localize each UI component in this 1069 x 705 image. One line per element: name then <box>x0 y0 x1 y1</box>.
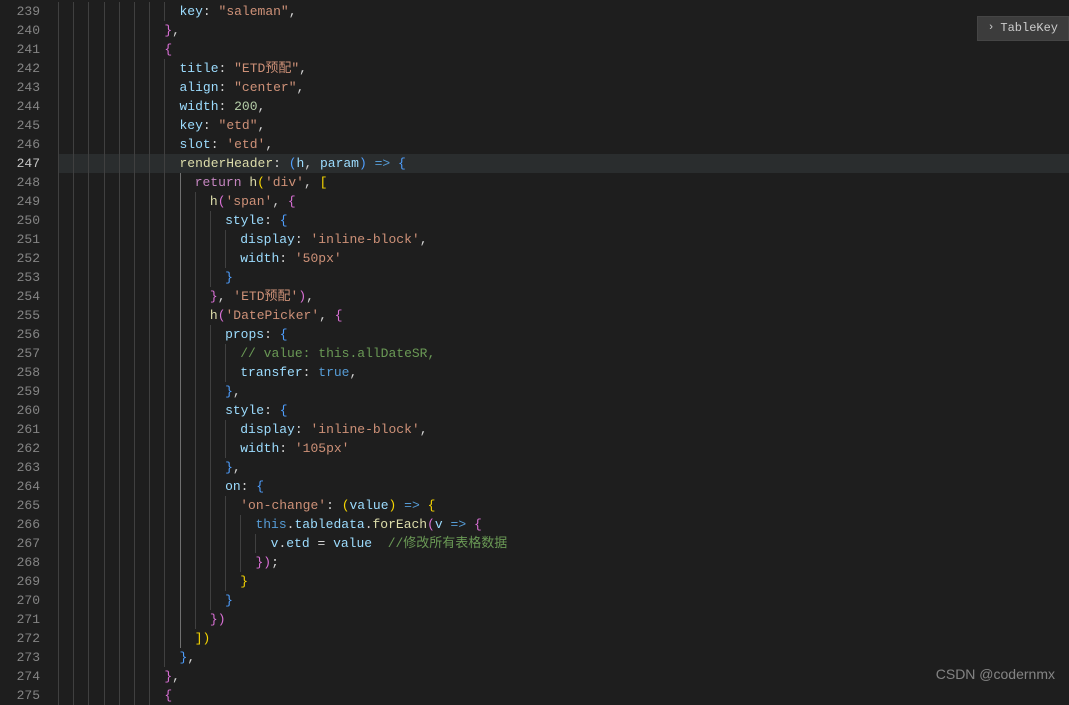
line-number: 269 <box>0 572 40 591</box>
code-line[interactable]: } <box>58 572 1069 591</box>
code-line[interactable]: display: 'inline-block', <box>58 230 1069 249</box>
line-number: 249 <box>0 192 40 211</box>
line-number: 257 <box>0 344 40 363</box>
line-number: 246 <box>0 135 40 154</box>
line-number: 247 <box>0 154 40 173</box>
line-number: 261 <box>0 420 40 439</box>
code-line[interactable]: }, <box>58 21 1069 40</box>
chevron-right-icon: › <box>988 19 995 38</box>
line-number: 252 <box>0 249 40 268</box>
line-number: 262 <box>0 439 40 458</box>
line-number: 260 <box>0 401 40 420</box>
line-number: 273 <box>0 648 40 667</box>
line-number: 267 <box>0 534 40 553</box>
code-line[interactable]: }, <box>58 667 1069 686</box>
line-number: 275 <box>0 686 40 705</box>
code-line[interactable]: width: '50px' <box>58 249 1069 268</box>
line-number: 253 <box>0 268 40 287</box>
code-area[interactable]: key: "saleman",},{title: "ETD预配",align: … <box>58 0 1069 694</box>
code-line[interactable]: key: "saleman", <box>58 2 1069 21</box>
code-line[interactable]: return h('div', [ <box>58 173 1069 192</box>
code-line[interactable]: } <box>58 591 1069 610</box>
line-number: 254 <box>0 287 40 306</box>
breadcrumb-sticky[interactable]: › TableKey <box>977 16 1069 41</box>
code-line[interactable]: }, 'ETD预配'), <box>58 287 1069 306</box>
code-line[interactable]: } <box>58 268 1069 287</box>
code-line[interactable]: display: 'inline-block', <box>58 420 1069 439</box>
code-line[interactable]: on: { <box>58 477 1069 496</box>
line-number: 250 <box>0 211 40 230</box>
line-number: 268 <box>0 553 40 572</box>
line-number: 245 <box>0 116 40 135</box>
line-number: 241 <box>0 40 40 59</box>
code-line[interactable]: title: "ETD预配", <box>58 59 1069 78</box>
line-number: 244 <box>0 97 40 116</box>
watermark-text: CSDN @codernmx <box>936 665 1055 684</box>
line-number: 270 <box>0 591 40 610</box>
breadcrumb-label: TableKey <box>1000 19 1058 38</box>
line-number: 271 <box>0 610 40 629</box>
line-number: 240 <box>0 21 40 40</box>
code-line[interactable]: }, <box>58 382 1069 401</box>
line-number: 266 <box>0 515 40 534</box>
code-line[interactable]: { <box>58 686 1069 705</box>
code-line[interactable]: width: '105px' <box>58 439 1069 458</box>
code-line[interactable]: transfer: true, <box>58 363 1069 382</box>
code-editor[interactable]: 2392402412422432442452462472482492502512… <box>0 0 1069 694</box>
code-line[interactable]: v.etd = value //修改所有表格数据 <box>58 534 1069 553</box>
code-line[interactable]: }, <box>58 648 1069 667</box>
code-line[interactable]: 'on-change': (value) => { <box>58 496 1069 515</box>
line-number: 272 <box>0 629 40 648</box>
line-number: 255 <box>0 306 40 325</box>
code-line[interactable]: slot: 'etd', <box>58 135 1069 154</box>
line-number: 264 <box>0 477 40 496</box>
code-line[interactable]: // value: this.allDateSR, <box>58 344 1069 363</box>
line-number: 258 <box>0 363 40 382</box>
line-number: 248 <box>0 173 40 192</box>
line-number: 242 <box>0 59 40 78</box>
code-line[interactable]: }, <box>58 458 1069 477</box>
line-number: 265 <box>0 496 40 515</box>
code-line[interactable]: }); <box>58 553 1069 572</box>
line-number: 243 <box>0 78 40 97</box>
code-line[interactable]: h('span', { <box>58 192 1069 211</box>
line-number: 256 <box>0 325 40 344</box>
line-number: 263 <box>0 458 40 477</box>
code-line[interactable]: style: { <box>58 401 1069 420</box>
code-line[interactable]: key: "etd", <box>58 116 1069 135</box>
code-line[interactable]: ]) <box>58 629 1069 648</box>
line-number: 251 <box>0 230 40 249</box>
line-number: 274 <box>0 667 40 686</box>
line-number: 259 <box>0 382 40 401</box>
code-line[interactable]: this.tabledata.forEach(v => { <box>58 515 1069 534</box>
code-line[interactable]: }) <box>58 610 1069 629</box>
code-line[interactable]: props: { <box>58 325 1069 344</box>
code-line[interactable]: align: "center", <box>58 78 1069 97</box>
code-line[interactable]: width: 200, <box>58 97 1069 116</box>
code-line[interactable]: renderHeader: (h, param) => { <box>58 154 1069 173</box>
line-number-gutter: 2392402412422432442452462472482492502512… <box>0 0 58 694</box>
code-line[interactable]: h('DatePicker', { <box>58 306 1069 325</box>
line-number: 239 <box>0 2 40 21</box>
code-line[interactable]: { <box>58 40 1069 59</box>
code-line[interactable]: style: { <box>58 211 1069 230</box>
